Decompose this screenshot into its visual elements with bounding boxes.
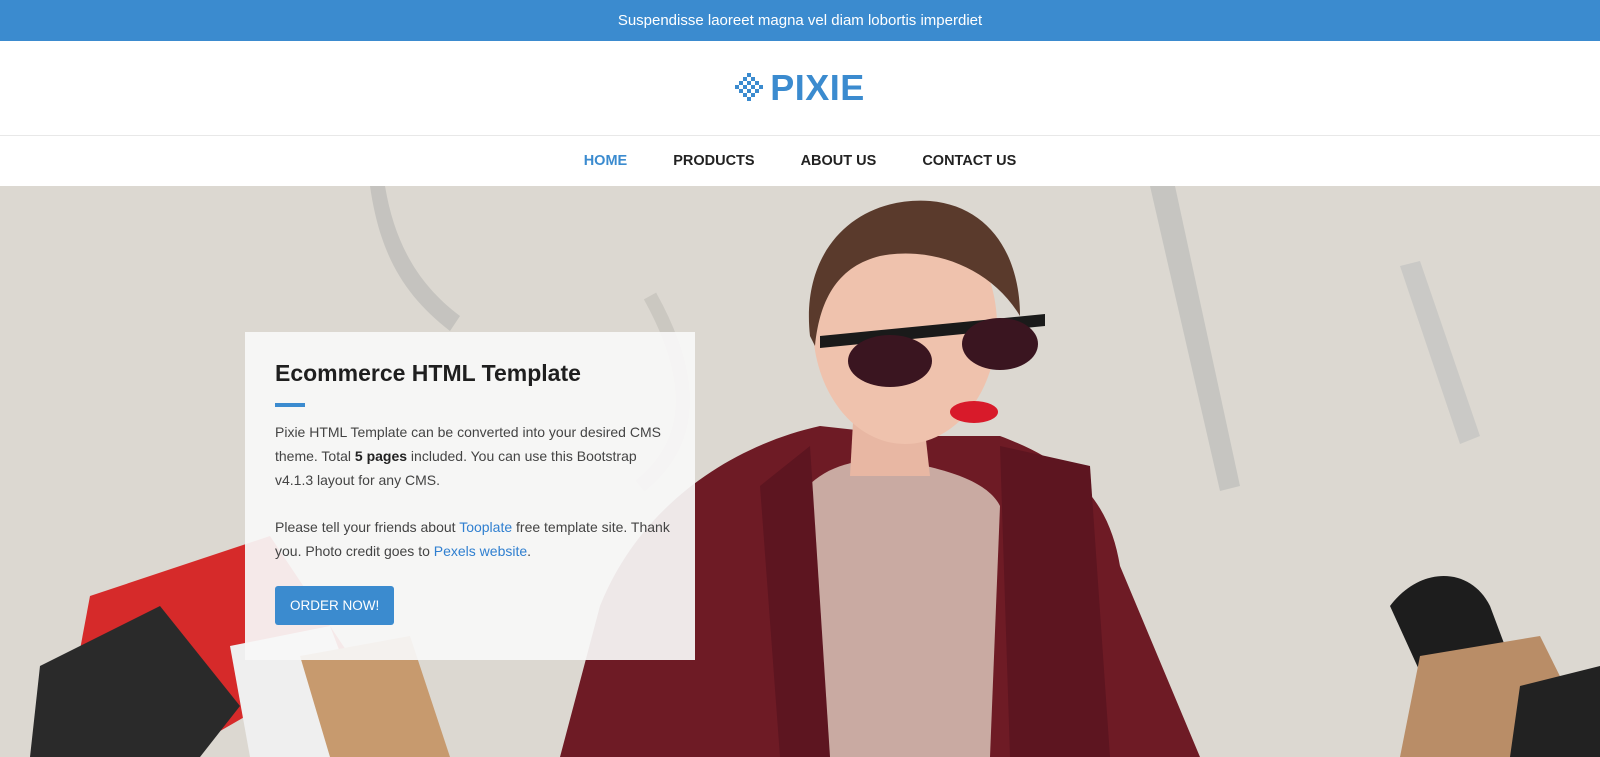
pages-count: 5 pages: [354, 448, 408, 464]
nav-item-home[interactable]: HOME: [584, 153, 628, 169]
main-nav: HOME PRODUCTS ABOUT US CONTACT US: [0, 135, 1600, 185]
nav-item-contact-us[interactable]: CONTACT US: [922, 153, 1016, 169]
hero-credits: Please tell your friends about Tooplate …: [275, 519, 670, 559]
brand-name: PIXIE: [770, 67, 865, 108]
title-accent-bar: [275, 403, 305, 407]
hero-card: Ecommerce HTML Template Pixie HTML Templ…: [245, 332, 695, 660]
tooplate-link[interactable]: Tooplate: [459, 519, 512, 535]
announcement-bar: Suspendisse laoreet magna vel diam lobor…: [0, 0, 1600, 41]
pixel-diamond-icon: [735, 72, 764, 106]
header: PIXIE: [0, 41, 1600, 135]
order-now-button[interactable]: ORDER NOW!: [275, 586, 395, 625]
hero-title: Ecommerce HTML Template: [275, 360, 581, 386]
hero-section: Ecommerce HTML Template Pixie HTML Templ…: [0, 186, 1600, 757]
brand-logo[interactable]: PIXIE: [735, 67, 865, 109]
pexels-link[interactable]: Pexels website: [434, 543, 527, 559]
announcement-text: Suspendisse laoreet magna vel diam lobor…: [617, 12, 983, 29]
nav-item-products[interactable]: PRODUCTS: [673, 153, 754, 169]
hero-description: Pixie HTML Template can be converted int…: [275, 424, 661, 488]
hero-photo: [0, 186, 1600, 757]
nav-item-about-us[interactable]: ABOUT US: [801, 153, 877, 169]
